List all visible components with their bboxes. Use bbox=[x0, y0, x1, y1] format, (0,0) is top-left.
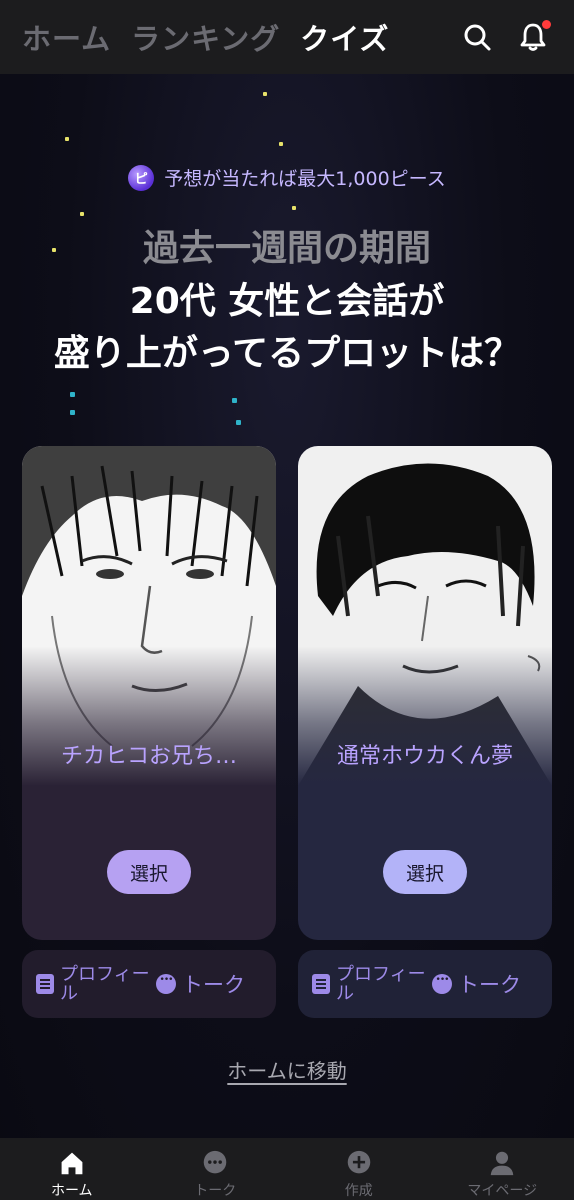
nav-label: マイページ bbox=[467, 1183, 538, 1199]
plot-name: 通常ホウカくん夢 bbox=[336, 744, 513, 769]
talk-link[interactable]: トーク bbox=[156, 969, 245, 999]
bottom-nav: ホーム トーク 作成 マイページ bbox=[0, 1138, 574, 1200]
talk-link[interactable]: トーク bbox=[432, 969, 521, 999]
nav-label: ホーム bbox=[50, 1183, 93, 1199]
sparkle-particle bbox=[292, 206, 296, 210]
plot-name: チカヒコお兄ち… bbox=[60, 744, 237, 769]
user-icon bbox=[490, 1151, 514, 1176]
nav-talk[interactable]: トーク bbox=[144, 1138, 288, 1200]
nav-home[interactable]: ホーム bbox=[0, 1138, 144, 1200]
sparkle-particle bbox=[80, 212, 84, 216]
sparkle-particle bbox=[70, 392, 75, 397]
quiz-screen: ホーム ランキング クイズ ピ 予想が当たれば最大1,000ピース 過去一週間の… bbox=[0, 0, 574, 1200]
question-line-2: 20代 女性と会話が bbox=[129, 281, 445, 322]
sparkle-particle bbox=[65, 137, 69, 141]
question-period: 過去一週間の期間 bbox=[142, 228, 431, 269]
talk-label: トーク bbox=[182, 973, 245, 997]
nav-label: トーク bbox=[194, 1183, 237, 1199]
nav-label: 作成 bbox=[344, 1183, 373, 1199]
sparkle-particle bbox=[263, 92, 267, 96]
nav-mypage[interactable]: マイページ bbox=[431, 1138, 574, 1200]
document-icon bbox=[312, 974, 330, 994]
nav-create[interactable]: 作成 bbox=[287, 1138, 431, 1200]
quiz-question: 過去一週間の期間 20代 女性と会話が 盛り上がってるプロットは？ bbox=[0, 222, 574, 380]
profile-link[interactable]: プロフィール bbox=[312, 965, 432, 1003]
card-actions-left: プロフィール トーク bbox=[22, 950, 276, 1018]
select-button[interactable]: 選択 bbox=[383, 850, 467, 894]
tab-ranking[interactable]: ランキング bbox=[131, 16, 280, 58]
profile-label: プロフィール bbox=[336, 964, 426, 1004]
sparkle-particle bbox=[232, 398, 237, 403]
plus-icon bbox=[347, 1150, 371, 1174]
promo-text: 予想が当たれば最大1,000ピース bbox=[164, 168, 446, 190]
chat-icon bbox=[203, 1150, 227, 1174]
sparkle-particle bbox=[70, 410, 75, 415]
go-home-link[interactable]: ホームに移動 bbox=[0, 1055, 574, 1084]
home-icon bbox=[61, 1152, 83, 1175]
piece-coin-icon: ピ bbox=[128, 164, 155, 191]
document-icon bbox=[36, 974, 54, 994]
header-actions bbox=[462, 20, 551, 54]
profile-link[interactable]: プロフィール bbox=[36, 965, 156, 1003]
chat-bubble-icon bbox=[432, 974, 452, 994]
card-actions-right: プロフィール トーク bbox=[298, 950, 552, 1018]
notification-dot bbox=[542, 20, 551, 29]
tab-quiz[interactable]: クイズ bbox=[300, 16, 389, 58]
sparkle-particle bbox=[236, 420, 241, 425]
plot-card-right[interactable]: 通常ホウカくん夢 選択 bbox=[298, 446, 552, 940]
bell-icon[interactable] bbox=[518, 20, 551, 54]
plot-card-left[interactable]: チカヒコお兄ち… 選択 bbox=[22, 446, 276, 940]
question-line-3: 盛り上がってるプロットは？ bbox=[53, 333, 521, 374]
reward-promo: ピ 予想が当たれば最大1,000ピース bbox=[0, 164, 574, 191]
chat-bubble-icon bbox=[156, 974, 176, 994]
tab-home[interactable]: ホーム bbox=[22, 16, 111, 58]
talk-label: トーク bbox=[458, 973, 521, 997]
profile-label: プロフィール bbox=[60, 964, 150, 1004]
top-bar: ホーム ランキング クイズ bbox=[0, 0, 574, 74]
sparkle-particle bbox=[279, 142, 283, 146]
select-button[interactable]: 選択 bbox=[107, 850, 191, 894]
search-icon[interactable] bbox=[462, 20, 492, 54]
